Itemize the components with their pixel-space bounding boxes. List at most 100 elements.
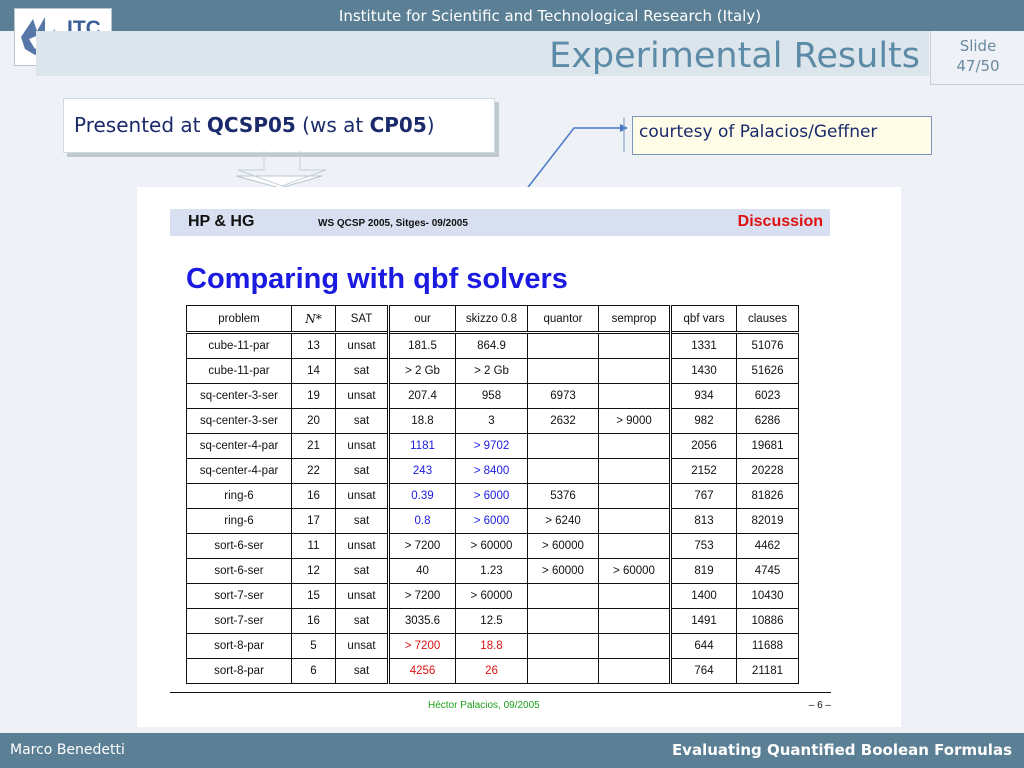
table-cell: 4256	[387, 658, 456, 684]
table-cell: 767	[669, 483, 737, 509]
table-cell: sat	[335, 358, 389, 384]
table-cell	[527, 608, 599, 634]
table-cell	[527, 583, 599, 609]
table-cell: > 6240	[527, 508, 599, 534]
table-cell: 13	[291, 331, 336, 359]
table-row: sort-7-ser 16 sat 3035.6 12.5 1491 10886	[186, 608, 799, 634]
table-cell: 764	[669, 658, 737, 684]
table-cell: sort-8-par	[186, 658, 292, 684]
table-cell: 2056	[669, 433, 737, 459]
table-cell: ring-6	[186, 508, 292, 534]
table-cell: 15	[291, 583, 336, 609]
table-cell: > 7200	[387, 533, 456, 559]
table-cell: 2632	[527, 408, 599, 434]
table-cell: 644	[669, 633, 737, 659]
table-cell: 2152	[669, 458, 737, 484]
table-cell: sat	[335, 658, 389, 684]
table-cell: unsat	[335, 433, 389, 459]
table-cell: 1331	[669, 331, 737, 359]
table-cell: 0.8	[387, 508, 456, 534]
table-row: ring-6 16 unsat 0.39 > 6000 5376 767 81826	[186, 483, 799, 509]
table-cell: 17	[291, 508, 336, 534]
column-header: clauses	[736, 305, 799, 333]
column-header: SAT	[335, 305, 389, 333]
table-cell: > 2 Gb	[387, 358, 456, 384]
table-cell	[598, 331, 671, 359]
table-cell: > 60000	[455, 583, 528, 609]
table-cell: sat	[335, 458, 389, 484]
table-cell: > 60000	[527, 558, 599, 584]
table-row: sort-6-ser 12 sat 40 1.23 > 60000 > 60000 819 47…	[186, 558, 799, 584]
embedded-header-mid: WS QCSP 2005, Sitges- 09/2005	[318, 218, 468, 229]
table-cell: > 6000	[455, 483, 528, 509]
embedded-heading: Comparing with qbf solvers	[186, 263, 568, 295]
table-cell: 21181	[736, 658, 799, 684]
table-cell	[527, 433, 599, 459]
table-cell	[527, 658, 599, 684]
column-header: our	[387, 305, 456, 333]
table-cell: sort-6-ser	[186, 533, 292, 559]
table-cell	[527, 458, 599, 484]
table-cell: 6	[291, 658, 336, 684]
embedded-footer-left: Héctor Palacios, 09/2005	[428, 700, 540, 711]
column-header: N*	[291, 305, 336, 333]
table-row: sort-8-par 6 sat 4256 26 764 21181	[186, 658, 799, 684]
table-cell: 4745	[736, 558, 799, 584]
table-row: sort-8-par 5 unsat > 7200 18.8 644 11688	[186, 633, 799, 659]
table-cell: 181.5	[387, 331, 456, 359]
table-cell: cube-11-par	[186, 358, 292, 384]
table-cell: > 60000	[527, 533, 599, 559]
results-table: problem N* SAT our skizzo 0.8 quantor semprop q…	[186, 305, 799, 684]
table-cell: 864.9	[455, 331, 528, 359]
table-cell: 51076	[736, 331, 799, 359]
table-cell: sat	[335, 408, 389, 434]
column-header: qbf vars	[669, 305, 737, 333]
table-cell: ring-6	[186, 483, 292, 509]
table-cell: 753	[669, 533, 737, 559]
table-row: sq-center-3-ser 20 sat 18.8 3 2632 > 9000 982 62…	[186, 408, 799, 434]
table-cell: 5	[291, 633, 336, 659]
table-cell: 1.23	[455, 558, 528, 584]
table-row: sq-center-4-par 21 unsat 1181 > 9702 2056 1968…	[186, 433, 799, 459]
table-cell	[598, 483, 671, 509]
table-cell: sq-center-4-par	[186, 458, 292, 484]
table-cell: > 2 Gb	[455, 358, 528, 384]
table-cell: 934	[669, 383, 737, 409]
table-cell: > 9702	[455, 433, 528, 459]
table-cell: unsat	[335, 483, 389, 509]
table-cell: 82019	[736, 508, 799, 534]
table-cell: 81826	[736, 483, 799, 509]
table-cell	[598, 658, 671, 684]
table-cell: 14	[291, 358, 336, 384]
table-cell: 19	[291, 383, 336, 409]
author-name: Marco Benedetti	[10, 742, 125, 758]
table-cell: sort-6-ser	[186, 558, 292, 584]
column-header: problem	[186, 305, 292, 333]
table-cell: sq-center-3-ser	[186, 383, 292, 409]
table-cell: 1430	[669, 358, 737, 384]
table-cell: 51626	[736, 358, 799, 384]
table-cell: 3035.6	[387, 608, 456, 634]
table-cell: 10886	[736, 608, 799, 634]
embedded-header: HP & HG WS QCSP 2005, Sitges- 09/2005 Di…	[170, 209, 830, 236]
table-cell	[598, 358, 671, 384]
table-cell: > 9000	[598, 408, 671, 434]
embedded-header-right: Discussion	[737, 213, 823, 230]
column-header: semprop	[598, 305, 671, 333]
column-header: skizzo 0.8	[455, 305, 528, 333]
table-cell: 20	[291, 408, 336, 434]
table-cell: 207.4	[387, 383, 456, 409]
table-cell	[598, 458, 671, 484]
table-cell: sort-7-ser	[186, 583, 292, 609]
table-row: cube-11-par 13 unsat 181.5 864.9 1331 51076	[186, 331, 799, 359]
table-cell	[598, 383, 671, 409]
table-cell: 6286	[736, 408, 799, 434]
table-cell: > 60000	[598, 558, 671, 584]
talk-title: Evaluating Quantified Boolean Formulas	[671, 741, 1012, 759]
table-cell: sat	[335, 508, 389, 534]
table-cell: cube-11-par	[186, 331, 292, 359]
table-cell: > 7200	[387, 583, 456, 609]
table-cell: 20228	[736, 458, 799, 484]
table-cell: unsat	[335, 533, 389, 559]
table-cell: > 6000	[455, 508, 528, 534]
